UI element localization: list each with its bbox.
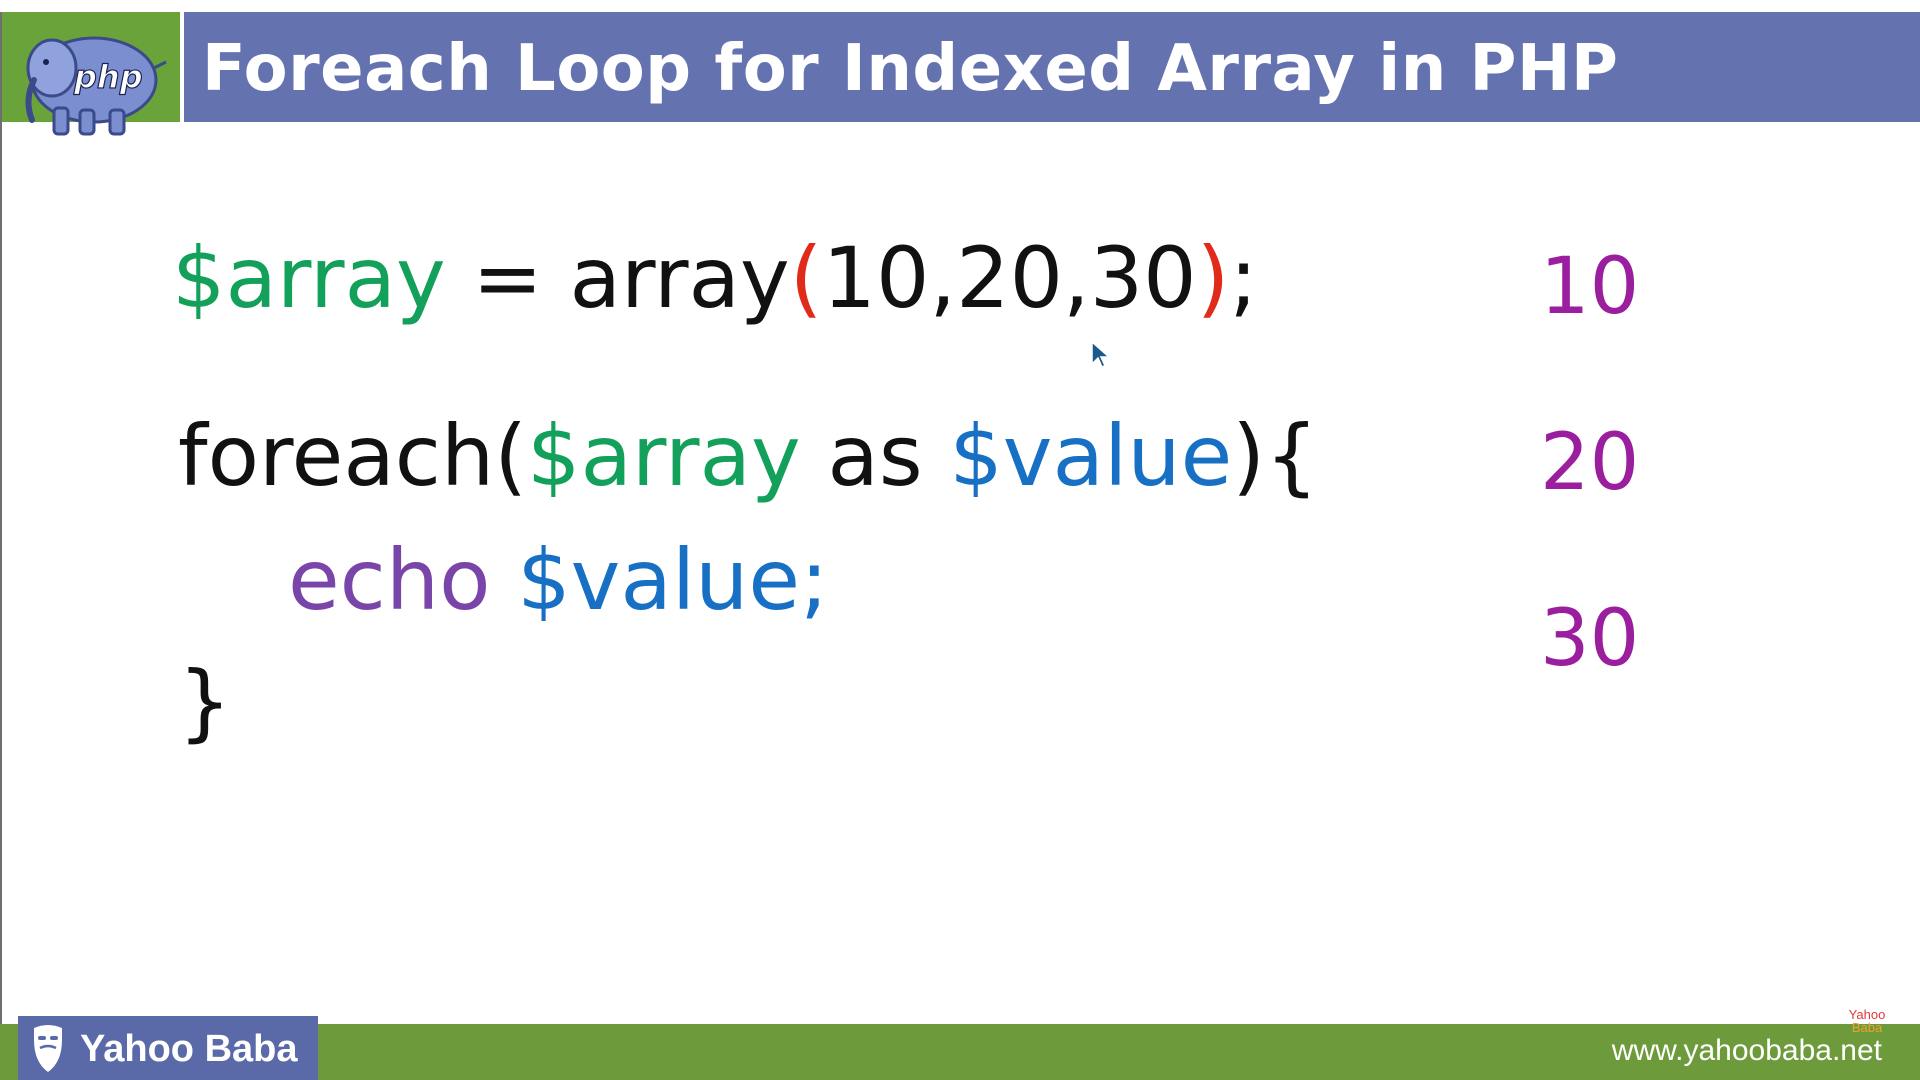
php-elephant-logo-icon: php xyxy=(25,36,167,136)
top-strip xyxy=(0,0,1920,12)
channel-watermark: Yahoo Baba xyxy=(1842,1008,1892,1044)
code-echo-keyword: echo xyxy=(288,531,518,629)
watermark-line2: Baba xyxy=(1851,1020,1883,1035)
code-close-paren: ) xyxy=(1196,229,1230,327)
output-value: 10 xyxy=(1540,242,1640,332)
title-bar: Foreach Loop for Indexed Array in PHP xyxy=(184,12,1920,122)
code-open-paren: ( xyxy=(789,229,823,327)
code-echo-value-var: $value; xyxy=(517,531,829,629)
code-close-brace: } xyxy=(178,653,232,751)
code-as-keyword: as xyxy=(800,407,950,505)
code-value-var: $value xyxy=(949,407,1233,505)
code-array-var: $array xyxy=(172,229,446,327)
code-semicolon: ; xyxy=(1229,229,1258,327)
code-line-echo: echo $value; xyxy=(288,538,828,622)
output-value: 30 xyxy=(1540,594,1640,684)
code-line-array-assign: $array = array(10,20,30); xyxy=(172,236,1258,320)
brand-name: Yahoo Baba xyxy=(80,1028,298,1070)
php-logo-panel: php xyxy=(2,12,180,136)
code-array-values: 10,20,30 xyxy=(822,229,1197,327)
output-value: 20 xyxy=(1540,418,1640,508)
brand-badge: Yahoo Baba xyxy=(18,1016,318,1080)
code-foreach-close: ){ xyxy=(1232,407,1319,505)
mouse-cursor-icon xyxy=(1091,340,1111,369)
code-foreach-keyword: foreach( xyxy=(178,407,528,505)
code-line-close-brace: } xyxy=(178,660,231,744)
bearded-face-icon xyxy=(34,1025,62,1072)
code-foreach-array-var: $array xyxy=(527,407,801,505)
code-line-foreach: foreach($array as $value){ xyxy=(178,414,1318,498)
page-edge xyxy=(0,0,2,1080)
page-title: Foreach Loop for Indexed Array in PHP xyxy=(202,32,1619,106)
code-assign: = array xyxy=(445,229,790,327)
logo-php-text: php xyxy=(73,58,143,96)
